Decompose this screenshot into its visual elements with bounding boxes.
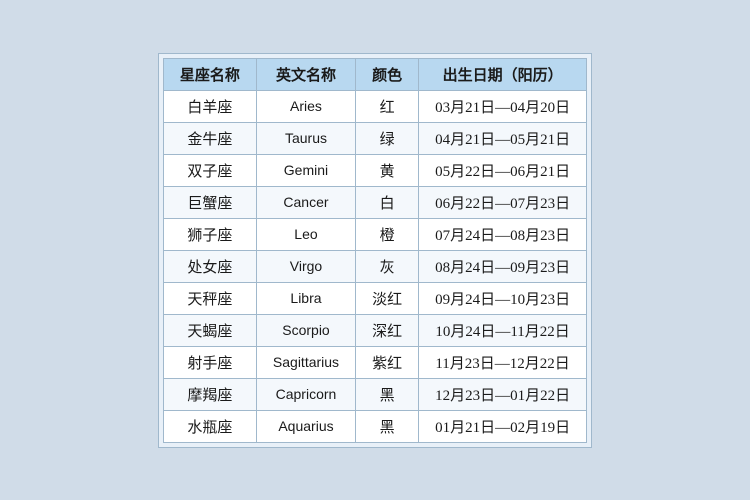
cell-color: 黄 <box>356 154 419 186</box>
cell-zh-name: 金牛座 <box>163 122 256 154</box>
cell-date: 07月24日—08月23日 <box>419 218 587 250</box>
table-row: 双子座Gemini黄05月22日—06月21日 <box>163 154 586 186</box>
table-row: 天蝎座Scorpio深红10月24日—11月22日 <box>163 314 586 346</box>
cell-date: 04月21日—05月21日 <box>419 122 587 154</box>
table-row: 狮子座Leo橙07月24日—08月23日 <box>163 218 586 250</box>
cell-en-name: Gemini <box>256 154 355 186</box>
cell-zh-name: 白羊座 <box>163 90 256 122</box>
header-color: 颜色 <box>356 58 419 90</box>
table-header-row: 星座名称 英文名称 颜色 出生日期（阳历） <box>163 58 586 90</box>
cell-color: 红 <box>356 90 419 122</box>
cell-en-name: Sagittarius <box>256 346 355 378</box>
cell-en-name: Virgo <box>256 250 355 282</box>
cell-zh-name: 处女座 <box>163 250 256 282</box>
table-row: 金牛座Taurus绿04月21日—05月21日 <box>163 122 586 154</box>
cell-en-name: Cancer <box>256 186 355 218</box>
table-row: 白羊座Aries红03月21日—04月20日 <box>163 90 586 122</box>
cell-en-name: Aries <box>256 90 355 122</box>
table-row: 巨蟹座Cancer白06月22日—07月23日 <box>163 186 586 218</box>
zodiac-table-container: 星座名称 英文名称 颜色 出生日期（阳历） 白羊座Aries红03月21日—04… <box>158 53 592 448</box>
cell-en-name: Scorpio <box>256 314 355 346</box>
cell-zh-name: 狮子座 <box>163 218 256 250</box>
header-date: 出生日期（阳历） <box>419 58 587 90</box>
cell-zh-name: 射手座 <box>163 346 256 378</box>
cell-date: 11月23日—12月22日 <box>419 346 587 378</box>
cell-zh-name: 天秤座 <box>163 282 256 314</box>
cell-en-name: Capricorn <box>256 378 355 410</box>
cell-date: 01月21日—02月19日 <box>419 410 587 442</box>
cell-en-name: Aquarius <box>256 410 355 442</box>
cell-zh-name: 巨蟹座 <box>163 186 256 218</box>
table-row: 处女座Virgo灰08月24日—09月23日 <box>163 250 586 282</box>
cell-date: 12月23日—01月22日 <box>419 378 587 410</box>
cell-date: 09月24日—10月23日 <box>419 282 587 314</box>
cell-date: 05月22日—06月21日 <box>419 154 587 186</box>
cell-zh-name: 摩羯座 <box>163 378 256 410</box>
cell-color: 绿 <box>356 122 419 154</box>
cell-color: 橙 <box>356 218 419 250</box>
cell-color: 黑 <box>356 410 419 442</box>
cell-color: 黑 <box>356 378 419 410</box>
cell-zh-name: 水瓶座 <box>163 410 256 442</box>
cell-en-name: Leo <box>256 218 355 250</box>
cell-en-name: Taurus <box>256 122 355 154</box>
cell-color: 紫红 <box>356 346 419 378</box>
cell-color: 深红 <box>356 314 419 346</box>
zodiac-table: 星座名称 英文名称 颜色 出生日期（阳历） 白羊座Aries红03月21日—04… <box>163 58 587 443</box>
cell-color: 灰 <box>356 250 419 282</box>
table-row: 摩羯座Capricorn黑12月23日—01月22日 <box>163 378 586 410</box>
cell-en-name: Libra <box>256 282 355 314</box>
table-row: 天秤座Libra淡红09月24日—10月23日 <box>163 282 586 314</box>
table-row: 射手座Sagittarius紫红11月23日—12月22日 <box>163 346 586 378</box>
header-zh-name: 星座名称 <box>163 58 256 90</box>
cell-date: 08月24日—09月23日 <box>419 250 587 282</box>
cell-color: 白 <box>356 186 419 218</box>
table-row: 水瓶座Aquarius黑01月21日—02月19日 <box>163 410 586 442</box>
cell-color: 淡红 <box>356 282 419 314</box>
cell-zh-name: 天蝎座 <box>163 314 256 346</box>
cell-zh-name: 双子座 <box>163 154 256 186</box>
header-en-name: 英文名称 <box>256 58 355 90</box>
cell-date: 03月21日—04月20日 <box>419 90 587 122</box>
cell-date: 06月22日—07月23日 <box>419 186 587 218</box>
cell-date: 10月24日—11月22日 <box>419 314 587 346</box>
